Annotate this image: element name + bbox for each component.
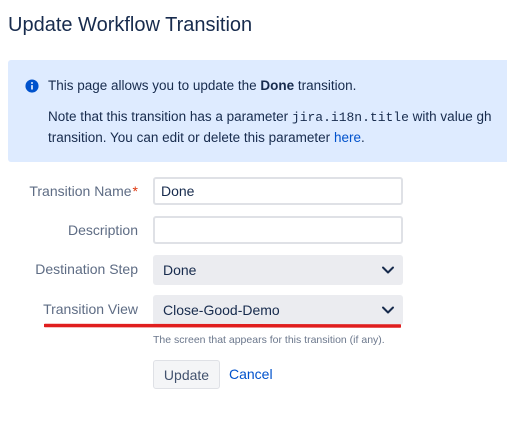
transition-name-highlight: Done bbox=[260, 78, 295, 93]
info-text: This page allows you to update the bbox=[48, 78, 261, 93]
info-text: . bbox=[360, 130, 365, 145]
parameter-name: jira.i18n.title bbox=[291, 110, 409, 125]
info-message: This page allows you to update the Done … bbox=[8, 60, 507, 162]
info-text: transition. You can edit or delete this … bbox=[48, 130, 334, 145]
transition-view-help: The screen that appears for this transit… bbox=[153, 334, 385, 346]
info-text: Note that this transition has a paramete… bbox=[48, 109, 292, 124]
info-line-3: transition. You can edit or delete this … bbox=[48, 129, 365, 147]
required-marker: * bbox=[132, 183, 138, 199]
page-title: Update Workflow Transition bbox=[8, 14, 253, 36]
destination-step-value: Done bbox=[163, 262, 197, 278]
chevron-down-icon bbox=[382, 266, 394, 274]
annotation-underline bbox=[44, 323, 401, 328]
edit-parameter-link[interactable]: here bbox=[334, 130, 361, 145]
chevron-down-icon bbox=[382, 306, 394, 314]
info-icon bbox=[25, 79, 39, 93]
info-line-2: Note that this transition has a paramete… bbox=[48, 108, 491, 127]
transition-view-label: Transition View bbox=[43, 301, 138, 317]
destination-step-select[interactable]: Done bbox=[153, 255, 403, 285]
cancel-link[interactable]: Cancel bbox=[229, 366, 273, 382]
destination-step-label: Destination Step bbox=[35, 261, 138, 277]
description-label: Description bbox=[67, 222, 138, 238]
transition-name-label: Transition Name* bbox=[29, 183, 138, 199]
update-workflow-transition-page: Update Workflow Transition This page all… bbox=[0, 0, 507, 421]
description-input[interactable] bbox=[153, 216, 403, 244]
transition-view-select[interactable]: Close-Good-Demo bbox=[153, 295, 403, 325]
transition-view-value: Close-Good-Demo bbox=[163, 302, 280, 318]
transition-name-input[interactable] bbox=[153, 177, 403, 205]
info-text: with value gh bbox=[408, 109, 492, 124]
info-text: transition. bbox=[294, 78, 357, 93]
update-button[interactable]: Update bbox=[153, 360, 220, 389]
info-line-1: This page allows you to update the Done … bbox=[48, 77, 356, 95]
transition-name-label-text: Transition Name bbox=[29, 183, 132, 199]
